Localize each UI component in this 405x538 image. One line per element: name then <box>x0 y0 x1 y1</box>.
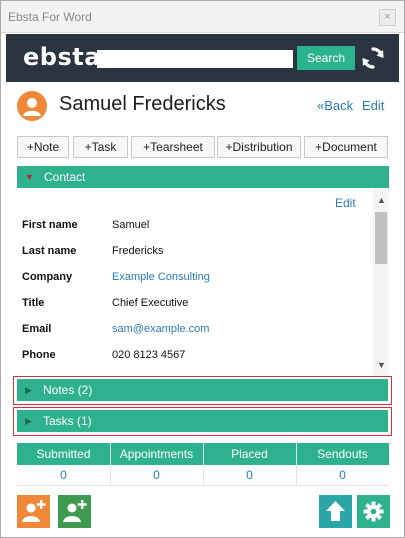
stat-divider <box>296 443 297 486</box>
title-label: Title <box>22 297 45 309</box>
tasks-section-header[interactable]: ▶ Tasks (1) <box>17 410 388 432</box>
tasks-section-label: Tasks (1) <box>43 414 92 428</box>
scroll-thumb[interactable] <box>375 212 387 264</box>
user-avatar-icon <box>17 91 47 121</box>
company-link[interactable]: Example Consulting <box>112 271 210 283</box>
brand-bar: ebsta Search <box>6 34 399 82</box>
scroll-down-arrow-icon[interactable]: ▼ <box>377 360 386 370</box>
stat-divider <box>203 443 204 486</box>
stat-header-placed: Placed <box>203 443 296 465</box>
collapsed-caret-icon: ▶ <box>25 416 32 426</box>
edit-link[interactable]: Edit <box>362 98 384 113</box>
stat-header-sendouts: Sendouts <box>296 443 389 465</box>
contact-scrollbar[interactable]: ▲ ▼ <box>373 188 389 376</box>
stat-value-appointments[interactable]: 0 <box>110 465 203 486</box>
last-name-label: Last name <box>22 245 77 257</box>
stat-value-placed[interactable]: 0 <box>203 465 296 486</box>
first-name-label: First name <box>22 219 78 231</box>
stat-value-sendouts[interactable]: 0 <box>296 465 389 486</box>
back-link[interactable]: «Back <box>317 98 353 113</box>
title-bar: Ebsta For Word × <box>1 1 404 33</box>
contact-name: Samuel Fredericks <box>59 93 226 115</box>
add-tearsheet-button[interactable]: +Tearsheet <box>131 136 215 158</box>
first-name-value: Samuel <box>112 219 150 231</box>
notes-section-label: Notes (2) <box>43 383 93 397</box>
title-value: Chief Executive <box>112 297 189 309</box>
add-task-button[interactable]: +Task <box>73 136 128 158</box>
add-document-button[interactable]: +Document <box>304 136 388 158</box>
contact-panel: Edit First name Samuel Last name Frederi… <box>17 188 389 376</box>
close-button[interactable]: × <box>379 9 396 26</box>
add-note-button[interactable]: +Note <box>17 136 69 158</box>
email-link[interactable]: sam@example.com <box>112 323 209 335</box>
contact-edit-link[interactable]: Edit <box>335 196 356 210</box>
stat-divider <box>110 443 111 486</box>
phone-label: Phone <box>22 349 56 361</box>
email-label: Email <box>22 323 52 335</box>
company-label: Company <box>22 271 73 283</box>
tasks-section-frame: ▶ Tasks (1) <box>13 407 392 436</box>
app-window: Ebsta For Word × ebsta Search Samuel Fre… <box>0 0 405 538</box>
scroll-up-arrow-icon[interactable]: ▲ <box>377 195 386 205</box>
notes-section-frame: ▶ Notes (2) <box>13 376 392 405</box>
notes-section-header[interactable]: ▶ Notes (2) <box>17 379 388 401</box>
contact-section-label: Contact <box>44 170 86 184</box>
stat-value-submitted[interactable]: 0 <box>17 465 110 486</box>
phone-value: 020 8123 4567 <box>112 349 186 361</box>
add-candidate-icon[interactable] <box>58 495 91 528</box>
search-button[interactable]: Search <box>297 46 355 70</box>
ebsta-logo: ebsta <box>23 43 101 71</box>
add-contact-icon[interactable] <box>17 495 50 528</box>
settings-icon[interactable] <box>357 495 390 528</box>
stat-header-appointments: Appointments <box>110 443 203 465</box>
search-input[interactable] <box>97 50 293 68</box>
sync-icon[interactable] <box>360 45 386 71</box>
collapsed-caret-icon: ▶ <box>25 385 32 395</box>
stats-table: Submitted Appointments Placed Sendouts 0… <box>17 443 389 487</box>
last-name-value: Fredericks <box>112 245 164 257</box>
add-distribution-button[interactable]: +Distribution <box>217 136 301 158</box>
expanded-caret-icon: ▼ <box>25 172 34 182</box>
contact-section-header[interactable]: ▼ Contact <box>17 166 389 188</box>
window-title: Ebsta For Word <box>8 10 92 24</box>
stat-header-submitted: Submitted <box>17 443 110 465</box>
home-icon[interactable] <box>319 495 352 528</box>
